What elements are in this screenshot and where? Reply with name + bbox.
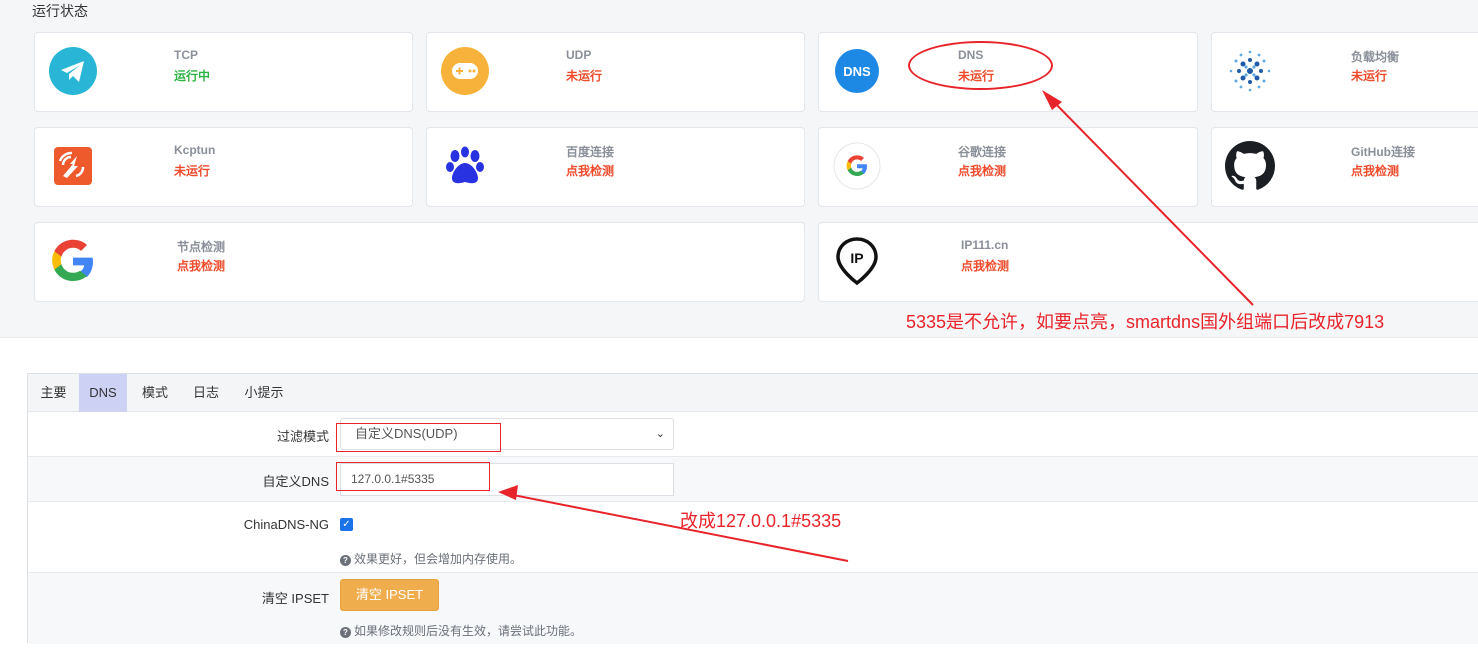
svg-text:DNS: DNS bbox=[843, 64, 871, 79]
chinadns-label: ChinaDNS-NG bbox=[243, 517, 329, 532]
custom-dns-row: 自定义DNS 127.0.0.1#5335 bbox=[28, 457, 1478, 502]
ip-pin-icon: IP bbox=[831, 235, 883, 287]
card-name: 节点检测 bbox=[177, 240, 226, 254]
status-card-node-check[interactable]: 节点检测 点我检测 bbox=[34, 222, 805, 302]
status-card-kcptun[interactable]: Kcptun 未运行 bbox=[34, 127, 413, 207]
chinadns-checkbox[interactable]: ✓ bbox=[340, 518, 353, 531]
gamepad-icon bbox=[439, 45, 491, 97]
card-state: 未运行 bbox=[1351, 69, 1388, 83]
annotation-text-custom-dns: 改成127.0.0.1#5335 bbox=[680, 511, 842, 531]
tab-bar: 主要 DNS 模式 日志 小提示 bbox=[28, 374, 1478, 412]
status-card-tcp[interactable]: TCP 运行中 bbox=[34, 32, 413, 112]
card-state: 未运行 bbox=[566, 69, 603, 83]
tab-main[interactable]: 主要 bbox=[28, 374, 79, 412]
card-state: 未运行 bbox=[174, 164, 211, 178]
annotation-box-custom-dns bbox=[336, 462, 490, 491]
status-card-ip111[interactable]: IP IP111.cn 点我检测 bbox=[818, 222, 1478, 302]
baidu-paw-icon bbox=[439, 140, 491, 192]
annotation-box-filter-mode bbox=[336, 423, 501, 452]
card-state: 运行中 bbox=[174, 69, 211, 83]
card-name: 百度连接 bbox=[566, 145, 615, 159]
card-name: 负载均衡 bbox=[1351, 50, 1400, 64]
status-card-udp[interactable]: UDP 未运行 bbox=[426, 32, 805, 112]
card-name: IP111.cn bbox=[961, 238, 1009, 252]
card-name: TCP bbox=[174, 48, 198, 62]
kcptun-icon bbox=[47, 140, 99, 192]
google-icon bbox=[831, 140, 883, 192]
card-state: 点我检测 bbox=[958, 164, 1007, 178]
clear-ipset-row: 清空 IPSET 清空 IPSET ? 如果修改规则后没有生效，请尝试此功能。 bbox=[28, 573, 1478, 644]
filter-mode-label: 过滤模式 bbox=[276, 429, 329, 444]
card-name: 谷歌连接 bbox=[958, 145, 1007, 159]
card-name: Kcptun bbox=[174, 143, 216, 157]
clear-ipset-label: 清空 IPSET bbox=[261, 591, 329, 606]
status-section: 运行状态 TCP 运行中 UDP 未运行 DNS DNS 未运行 负载均衡 未运… bbox=[0, 0, 1478, 338]
chinadns-hint: ? 效果更好，但会增加内存使用。 bbox=[340, 550, 522, 567]
tab-mode[interactable]: 模式 bbox=[127, 374, 183, 412]
github-icon bbox=[1224, 140, 1276, 192]
load-balance-icon bbox=[1224, 45, 1276, 97]
telegram-icon bbox=[47, 45, 99, 97]
card-name: GitHub连接 bbox=[1351, 145, 1415, 159]
card-state: 点我检测 bbox=[961, 259, 1010, 273]
card-state: 点我检测 bbox=[1351, 164, 1400, 178]
tab-dns[interactable]: DNS bbox=[79, 374, 127, 412]
annotation-text-dns: 5335是不允许，如要点亮，smartdns国外组端口后改成7913 bbox=[906, 312, 1385, 332]
chevron-down-icon: ⌄ bbox=[655, 428, 665, 440]
svg-text:IP: IP bbox=[850, 250, 863, 266]
dns-icon: DNS bbox=[831, 45, 883, 97]
status-card-google[interactable]: 谷歌连接 点我检测 bbox=[818, 127, 1198, 207]
help-icon: ? bbox=[340, 555, 351, 566]
card-state: 点我检测 bbox=[177, 259, 226, 273]
status-card-load-balance[interactable]: 负载均衡 未运行 bbox=[1211, 32, 1478, 112]
google-icon bbox=[47, 235, 99, 287]
help-icon: ? bbox=[340, 627, 351, 638]
annotation-ellipse-dns bbox=[908, 41, 1053, 90]
status-card-github[interactable]: GitHub连接 点我检测 bbox=[1211, 127, 1478, 207]
status-card-baidu[interactable]: 百度连接 点我检测 bbox=[426, 127, 805, 207]
filter-mode-row: 过滤模式 自定义DNS(UDP) ⌄ bbox=[28, 412, 1478, 457]
clear-ipset-hint: ? 如果修改规则后没有生效，请尝试此功能。 bbox=[340, 622, 582, 639]
custom-dns-label: 自定义DNS bbox=[262, 474, 329, 489]
clear-ipset-button[interactable]: 清空 IPSET bbox=[340, 579, 439, 611]
card-state: 点我检测 bbox=[566, 164, 615, 178]
tab-log[interactable]: 日志 bbox=[183, 374, 229, 412]
tab-tips[interactable]: 小提示 bbox=[229, 374, 299, 412]
card-name: UDP bbox=[566, 48, 592, 62]
status-title: 运行状态 bbox=[32, 3, 88, 19]
